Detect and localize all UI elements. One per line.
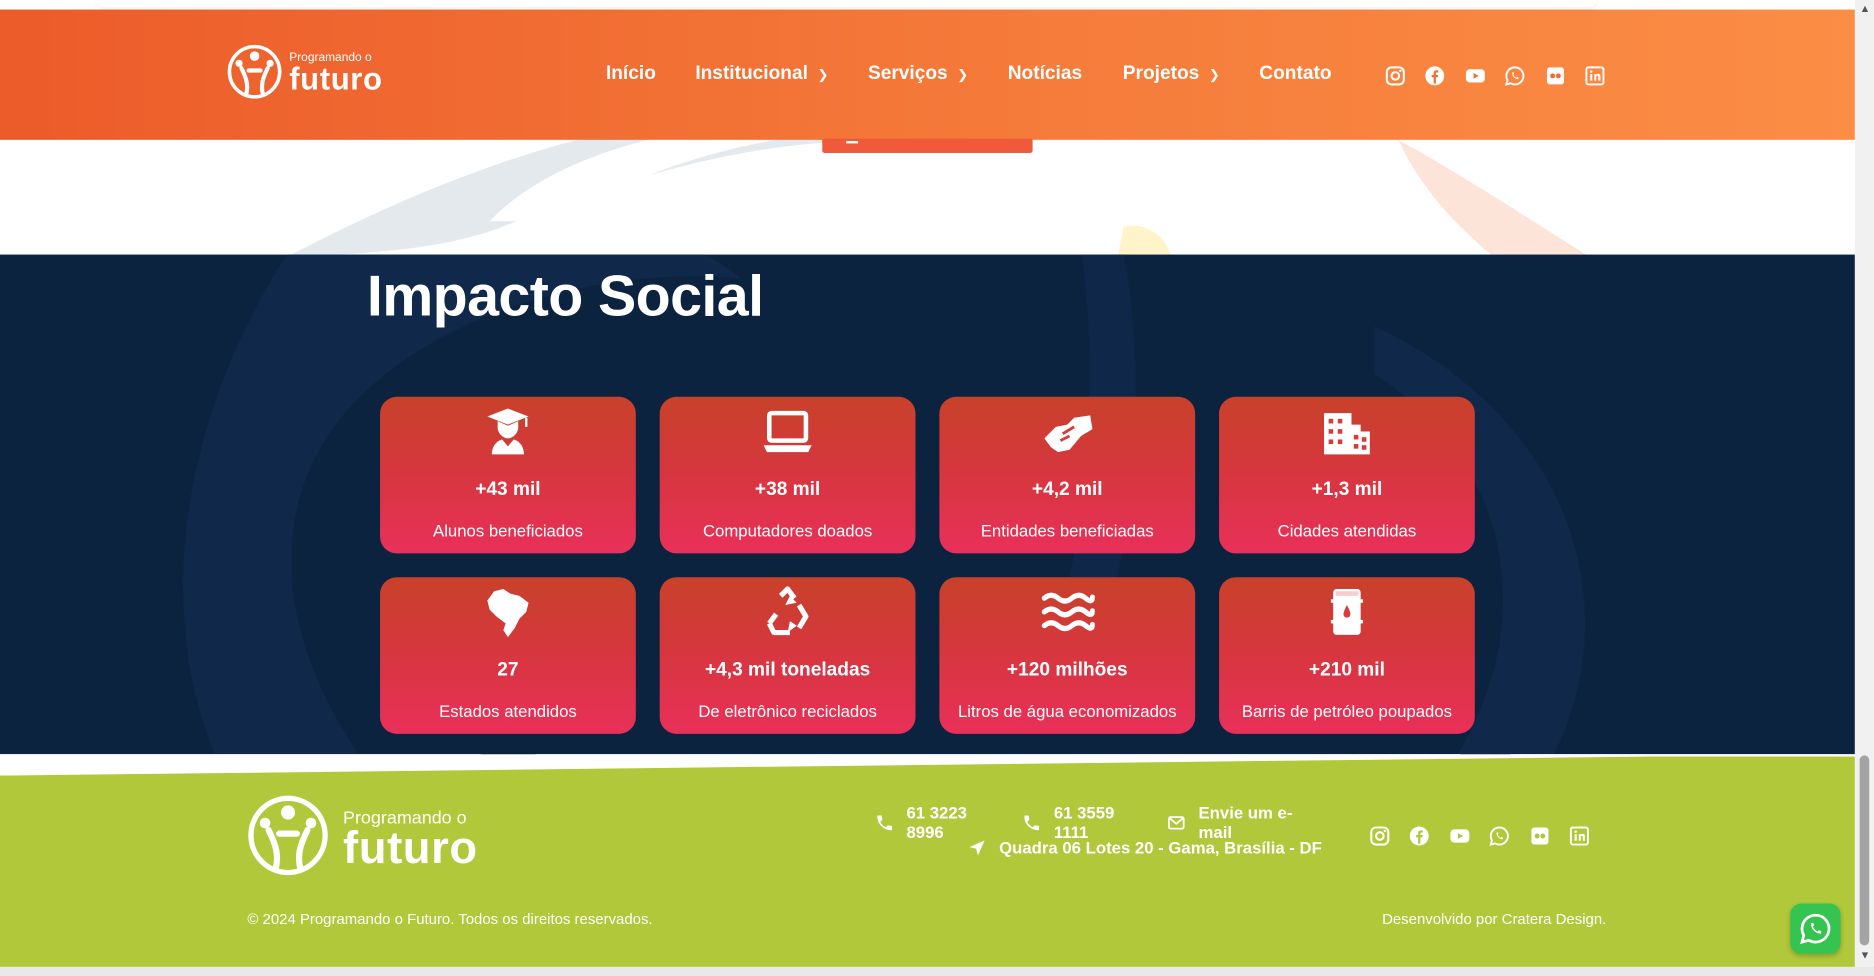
address-link[interactable]: Quadra 06 Lotes 20 - Gama, Brasília - DF xyxy=(967,837,1322,857)
facebook-icon[interactable] xyxy=(1407,823,1431,847)
location-arrow-icon xyxy=(969,839,985,855)
phone-icon xyxy=(1024,814,1040,830)
phone-1: 61 3223 8996 xyxy=(906,803,967,842)
city-icon xyxy=(1219,404,1475,459)
facebook-icon[interactable] xyxy=(1423,63,1447,87)
water-icon xyxy=(939,584,1195,639)
nav-label: Contato xyxy=(1259,63,1332,84)
impact-value: +120 milhões xyxy=(1006,659,1128,681)
laptop-icon xyxy=(660,404,916,459)
phone-link-2[interactable]: 61 3559 1111 xyxy=(1022,803,1150,841)
header-logo[interactable]: Programando o futuro xyxy=(227,38,406,105)
address: Quadra 06 Lotes 20 - Gama, Brasília - DF xyxy=(999,837,1322,857)
whatsapp-icon[interactable] xyxy=(1503,63,1527,87)
logo-mark-icon xyxy=(248,795,328,876)
nav-item-noticias[interactable]: Notícias xyxy=(1008,63,1082,85)
instagram-icon[interactable] xyxy=(1367,823,1391,847)
orange-button-partial[interactable] xyxy=(822,138,1033,153)
impact-label: Alunos beneficiados xyxy=(433,521,583,541)
chevron-down-icon: ❯ xyxy=(957,67,969,82)
credits-link[interactable]: Desenvolvido por Cratera Design. xyxy=(1382,911,1606,928)
email-label: Envie um e-mail xyxy=(1198,803,1293,842)
impact-value: +4,2 mil xyxy=(1031,479,1103,500)
handshake-icon xyxy=(939,404,1195,459)
impact-section: Impacto Social xyxy=(0,254,1855,755)
whatsapp-float-button[interactable] xyxy=(1790,903,1841,954)
flickr-icon[interactable] xyxy=(1543,63,1567,87)
whatsapp-icon xyxy=(1800,913,1831,944)
chevron-down-icon: ❯ xyxy=(1208,67,1220,82)
impact-label: Estados atendidos xyxy=(439,701,577,721)
chevron-down-icon: ❯ xyxy=(817,67,829,82)
impact-card: 27 Estados atendidos xyxy=(380,577,636,734)
nav-label: Início xyxy=(605,63,656,84)
impact-value: +210 mil xyxy=(1308,659,1385,681)
scroll-down-arrow-icon[interactable]: ▼ xyxy=(1860,949,1871,961)
brazil-map-icon xyxy=(380,584,636,639)
impact-card: +210 mil Barris de petróleo poupados xyxy=(1219,577,1475,734)
envelope-icon xyxy=(1168,815,1186,829)
impact-label: Computadores doados xyxy=(702,521,873,541)
linkedin-icon[interactable] xyxy=(1583,63,1607,87)
vertical-scrollbar[interactable]: ▲ ▼ xyxy=(1854,0,1874,967)
nav-item-inicio[interactable]: Início xyxy=(606,63,656,85)
page: Programando o futuro Início Instituciona… xyxy=(0,0,1874,976)
nav-item-projetos[interactable]: Projetos ❯ xyxy=(1123,63,1220,85)
flickr-icon[interactable] xyxy=(1527,823,1551,847)
impact-value: +4,3 mil toneladas xyxy=(704,659,871,681)
footer-logo-big: futuro xyxy=(343,823,478,874)
graduate-icon xyxy=(380,404,636,459)
footer-social-links xyxy=(1367,823,1607,847)
recycle-icon xyxy=(660,584,916,639)
impact-value: +1,3 mil xyxy=(1311,479,1383,500)
nav-item-servicos[interactable]: Serviços ❯ xyxy=(868,63,968,85)
whatsapp-icon[interactable] xyxy=(1487,823,1511,847)
impact-label: Entidades beneficiadas xyxy=(980,521,1154,541)
impact-card: +43 mil Alunos beneficiados xyxy=(380,396,636,554)
email-link[interactable]: Envie um e-mail xyxy=(1167,803,1322,841)
header-social-links xyxy=(1383,63,1623,87)
logo-mark-icon xyxy=(227,44,282,99)
phone-2: 61 3559 1111 xyxy=(1053,803,1115,842)
copyright-text: © 2024 Programando o Futuro. Todos os di… xyxy=(247,910,653,928)
nav-label: Serviços xyxy=(867,63,948,84)
impact-card: +1,3 mil Cidades atendidas xyxy=(1219,396,1475,554)
nav-label: Projetos xyxy=(1122,63,1200,84)
window-bottom-edge xyxy=(0,966,1874,976)
scroll-up-arrow-icon[interactable]: ▲ xyxy=(1860,2,1871,14)
impact-value: +38 mil xyxy=(754,479,821,500)
impact-title: Impacto Social xyxy=(366,265,764,329)
nav-item-contato[interactable]: Contato xyxy=(1259,63,1331,85)
logo-big-text: futuro xyxy=(289,60,383,97)
youtube-icon[interactable] xyxy=(1447,823,1471,847)
impact-card: +4,3 mil toneladas De eletrônico recicla… xyxy=(659,577,916,734)
phone-link-1[interactable]: 61 3223 8996 xyxy=(875,803,1006,841)
impact-label: Litros de água economizados xyxy=(957,701,1177,721)
linkedin-icon[interactable] xyxy=(1567,823,1591,847)
footer-contacts: 61 3223 8996 61 3559 1111 Envie um e-mai… xyxy=(858,803,1322,859)
main-nav: Início Institucional ❯ Serviços ❯ Notícias… xyxy=(606,63,1332,85)
instagram-icon[interactable] xyxy=(1383,63,1407,87)
phone-icon xyxy=(877,814,893,830)
impact-card: +4,2 mil Entidades beneficiadas xyxy=(939,396,1196,554)
nav-label: Institucional xyxy=(695,63,808,84)
nav-item-institucional[interactable]: Institucional ❯ xyxy=(695,63,828,85)
impact-label: Cidades atendidas xyxy=(1277,521,1417,541)
oil-barrel-icon xyxy=(1219,584,1475,639)
nav-label: Notícias xyxy=(1007,63,1083,84)
impact-value: +43 mil xyxy=(475,479,541,500)
impact-background-decoration xyxy=(183,254,1586,755)
scrollbar-thumb[interactable] xyxy=(1859,755,1870,946)
impact-label: Barris de petróleo poupados xyxy=(1241,701,1453,721)
youtube-icon[interactable] xyxy=(1463,63,1487,87)
top-strip xyxy=(95,0,1597,8)
impact-label: De eletrônico reciclados xyxy=(698,701,877,721)
footer-logo[interactable]: Programando o futuro xyxy=(247,795,477,876)
impact-card: +38 mil Computadores doados xyxy=(659,396,916,554)
impact-value: 27 xyxy=(497,659,519,681)
impact-card: +120 milhões Litros de água economizados xyxy=(939,577,1196,734)
